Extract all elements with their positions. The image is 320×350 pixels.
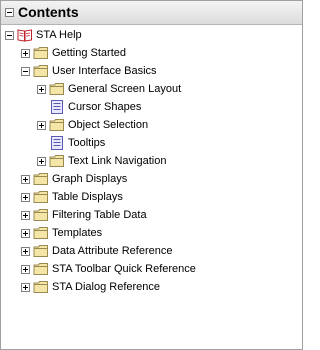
expand-icon[interactable] [37, 121, 46, 130]
expand-icon[interactable] [21, 283, 30, 292]
tree-item-sta-toolbar-quick-reference[interactable]: STA Toolbar Quick Reference [1, 260, 302, 278]
page-icon [49, 100, 65, 114]
tree-item-data-attribute-reference[interactable]: Data Attribute Reference [1, 242, 302, 260]
folder-icon [49, 154, 65, 168]
tree-item-object-selection[interactable]: Object Selection [1, 116, 302, 134]
tree-item-sta-dialog-reference[interactable]: STA Dialog Reference [1, 278, 302, 296]
tree-item-label[interactable]: User Interface Basics [52, 64, 157, 78]
contents-panel: Contents STA Help Getting Started User Int… [0, 0, 303, 350]
folder-icon [33, 226, 49, 240]
tree-item-general-screen-layout[interactable]: General Screen Layout [1, 80, 302, 98]
tree-item-label[interactable]: Filtering Table Data [52, 208, 147, 222]
tree-item-getting-started[interactable]: Getting Started [1, 44, 302, 62]
folder-icon [33, 208, 49, 222]
tree-item-sta-help[interactable]: STA Help [1, 26, 302, 44]
tree-item-cursor-shapes[interactable]: Cursor Shapes [1, 98, 302, 116]
folder-icon [49, 82, 65, 96]
contents-header: Contents [1, 1, 302, 25]
folder-icon [33, 46, 49, 60]
tree-item-user-interface-basics[interactable]: User Interface Basics [1, 62, 302, 80]
expand-icon[interactable] [21, 265, 30, 274]
tree-item-label[interactable]: STA Toolbar Quick Reference [52, 262, 196, 276]
tree-item-label[interactable]: Cursor Shapes [68, 100, 141, 114]
folder-icon [49, 118, 65, 132]
expand-icon[interactable] [21, 211, 30, 220]
tree-item-label[interactable]: STA Help [36, 28, 82, 42]
folder-icon [33, 172, 49, 186]
expand-icon[interactable] [21, 175, 30, 184]
tree-item-label[interactable]: STA Dialog Reference [52, 280, 160, 294]
expand-icon[interactable] [21, 193, 30, 202]
tree-item-templates[interactable]: Templates [1, 224, 302, 242]
tree-item-label[interactable]: Tooltips [68, 136, 105, 150]
folder-icon [33, 280, 49, 294]
tree-item-label[interactable]: Object Selection [68, 118, 148, 132]
tree-item-label[interactable]: Table Displays [52, 190, 123, 204]
folder-icon [33, 244, 49, 258]
collapse-contents-icon[interactable] [5, 8, 14, 17]
expand-icon[interactable] [21, 247, 30, 256]
tree-item-table-displays[interactable]: Table Displays [1, 188, 302, 206]
folder-icon [33, 64, 49, 78]
book-icon [17, 28, 33, 42]
tree-item-tooltips[interactable]: Tooltips [1, 134, 302, 152]
tree-item-graph-displays[interactable]: Graph Displays [1, 170, 302, 188]
tree-item-label[interactable]: Data Attribute Reference [52, 244, 172, 258]
expand-icon[interactable] [37, 157, 46, 166]
tree-item-label[interactable]: General Screen Layout [68, 82, 181, 96]
tree-item-filtering-table-data[interactable]: Filtering Table Data [1, 206, 302, 224]
tree-item-label[interactable]: Templates [52, 226, 102, 240]
expand-icon[interactable] [21, 229, 30, 238]
tree-item-label[interactable]: Graph Displays [52, 172, 127, 186]
tree-item-label[interactable]: Getting Started [52, 46, 126, 60]
page-icon [49, 136, 65, 150]
collapse-icon[interactable] [21, 67, 30, 76]
collapse-icon[interactable] [5, 31, 14, 40]
tree-item-text-link-navigation[interactable]: Text Link Navigation [1, 152, 302, 170]
tree-item-label[interactable]: Text Link Navigation [68, 154, 166, 168]
expand-icon[interactable] [21, 49, 30, 58]
folder-icon [33, 262, 49, 276]
folder-icon [33, 190, 49, 204]
expand-icon[interactable] [37, 85, 46, 94]
contents-title: Contents [18, 4, 79, 20]
